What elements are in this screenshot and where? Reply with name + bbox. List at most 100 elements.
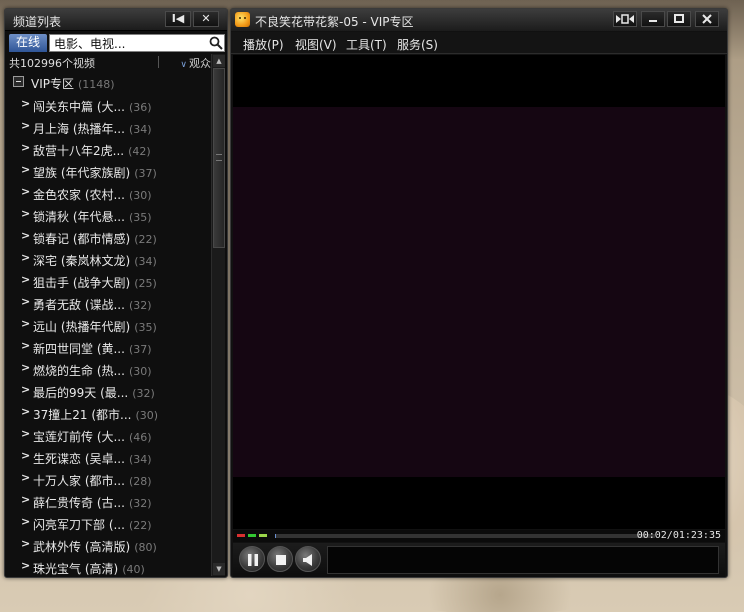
list-item-title: 薛仁贵传奇 (古... [33,496,125,510]
collapse-icon[interactable] [13,76,24,87]
list-item-count: (37) [128,343,152,356]
chevron-right-icon[interactable]: > [21,207,30,220]
list-item[interactable]: > 最后的99天 (最... (32) [7,380,211,402]
search-icon[interactable] [209,36,223,50]
list-item-title: 宝莲灯前传 (大... [33,430,125,444]
chevron-right-icon[interactable]: > [21,119,30,132]
list-item[interactable]: > 敌营十八年2虎... (42) [7,138,211,160]
time-readout: 00:02/01:23:35 [636,530,721,541]
list-item-title: 远山 (热播年代剧) [33,320,131,334]
chevron-right-icon[interactable]: > [21,163,30,176]
list-item[interactable]: > 锁清秋 (年代悬... (35) [7,204,211,226]
list-item-title: 敌营十八年2虎... [33,144,125,158]
menu-service[interactable]: 服务(S) [397,36,438,53]
list-item-count: (22) [134,233,157,246]
chevron-right-icon[interactable]: > [21,537,30,550]
list-item[interactable]: > 珠光宝气 (高清) (40) [7,556,211,577]
list-item-title: 狙击手 (战争大剧) [33,276,131,290]
list-item-title: 生死谍恋 (吴卓... [33,452,125,466]
chevron-right-icon[interactable]: > [21,141,30,154]
seek-bar[interactable] [275,534,655,538]
chevron-right-icon[interactable]: > [21,185,30,198]
list-item-count: (40) [122,563,145,576]
scroll-down-arrow-icon[interactable]: ▼ [213,563,225,575]
list-item[interactable]: > 武林外传 (高清版) (80) [7,534,211,556]
minimize-icon [649,20,657,22]
tab-online[interactable]: 在线 [9,34,47,52]
close-icon: ✕ [201,12,211,25]
list-item-title: 月上海 (热播年... [33,122,125,136]
pin-panel-button[interactable]: I◀ [165,11,191,27]
chevron-right-icon[interactable]: > [21,405,30,418]
chevron-right-icon[interactable]: > [21,97,30,110]
pin-left-icon: I◀ [171,12,185,25]
chevron-right-icon[interactable]: > [21,515,30,528]
menu-play[interactable]: 播放(P) [243,36,284,53]
list-item-count: (46) [128,431,152,444]
list-item-count: (42) [128,145,151,158]
root-count: (1148) [78,78,115,91]
scroll-thumb[interactable] [213,68,225,248]
minimize-button[interactable] [641,11,665,27]
menu-tools[interactable]: 工具(T) [346,36,387,53]
chevron-right-icon[interactable]: > [21,449,30,462]
close-panel-button[interactable]: ✕ [193,11,219,27]
chevron-right-icon[interactable]: > [21,427,30,440]
sort-dropdown[interactable]: ∨ 观众 [180,55,211,71]
chevron-right-icon[interactable]: > [21,361,30,374]
list-item-count: (30) [128,189,152,202]
list-item-count: (34) [134,255,157,268]
list-item[interactable]: > 金色农家 (农村... (30) [7,182,211,204]
list-item[interactable]: > 闪亮军刀下部 (... (22) [7,512,211,534]
video-area[interactable] [233,55,725,529]
divider [158,56,159,68]
list-item-title: 闪亮军刀下部 (... [33,518,125,532]
list-item[interactable]: > 薛仁贵传奇 (古... (32) [7,490,211,512]
stop-button[interactable] [267,546,293,572]
list-item[interactable]: > 新四世同堂 (黄... (37) [7,336,211,358]
channel-panel-titlebar[interactable]: 频道列表 I◀ ✕ [5,9,227,31]
maximize-icon [674,14,684,23]
list-item[interactable]: > 勇者无敌 (谍战... (32) [7,292,211,314]
volume-button[interactable] [295,546,321,572]
chevron-right-icon[interactable]: > [21,383,30,396]
video-count: 共102996个视频 [9,57,95,70]
list-item[interactable]: > 狙击手 (战争大剧) (25) [7,270,211,292]
maximize-button[interactable] [667,11,691,27]
list-item[interactable]: > 锁春记 (都市情感) (22) [7,226,211,248]
list-item-count: (28) [128,475,152,488]
menu-view[interactable]: 视图(V) [295,36,337,53]
list-item[interactable]: > 深宅 (秦岚林文龙) (34) [7,248,211,270]
close-player-button[interactable] [695,11,719,27]
search-input[interactable] [49,34,225,52]
scroll-up-arrow-icon[interactable]: ▲ [213,55,225,67]
mini-mode-button[interactable] [613,11,637,27]
chevron-right-icon[interactable]: > [21,273,30,286]
mini-mode-icon [616,14,634,24]
player-titlebar[interactable]: 不良笑花带花絮-05 - VIP专区 [231,9,727,31]
list-item[interactable]: > 生死谍恋 (吴卓... (34) [7,446,211,468]
list-item[interactable]: > 宝莲灯前传 (大... (46) [7,424,211,446]
tree-root-vip[interactable]: VIP专区 (1148) [7,72,211,94]
scrollbar[interactable]: ▲ ▼ [211,54,225,576]
chevron-right-icon[interactable]: > [21,317,30,330]
chevron-right-icon[interactable]: > [21,251,30,264]
speaker-icon [303,554,312,566]
chevron-right-icon[interactable]: > [21,493,30,506]
root-label: VIP专区 [31,77,74,91]
list-item[interactable]: > 闯关东中篇 (大... (36) [7,94,211,116]
chevron-right-icon[interactable]: > [21,295,30,308]
list-item[interactable]: > 望族 (年代家族剧) (37) [7,160,211,182]
list-item[interactable]: > 燃烧的生命 (热... (30) [7,358,211,380]
chevron-right-icon[interactable]: > [21,471,30,484]
list-item[interactable]: > 月上海 (热播年... (34) [7,116,211,138]
channel-tree: VIP专区 (1148) > 闯关东中篇 (大... (36) > 月上海 (热播年...… [7,72,211,577]
chevron-right-icon[interactable]: > [21,559,30,572]
pause-button[interactable] [239,546,265,572]
close-icon [702,14,712,24]
list-item[interactable]: > 十万人家 (都市... (28) [7,468,211,490]
list-item[interactable]: > 远山 (热播年代剧) (35) [7,314,211,336]
chevron-right-icon[interactable]: > [21,339,30,352]
chevron-right-icon[interactable]: > [21,229,30,242]
list-item[interactable]: >37撞上21 (都市... (30) [7,402,211,424]
